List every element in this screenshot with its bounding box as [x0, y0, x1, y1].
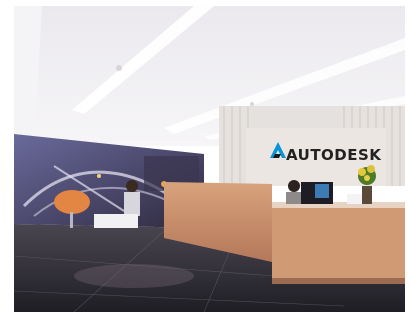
reception-desk-base	[272, 278, 405, 284]
photo-frame: AUTODESK	[0, 0, 411, 318]
reception-desk-front	[272, 206, 405, 282]
plant-vase	[362, 186, 372, 204]
receptionist	[286, 192, 302, 204]
plant-flower	[367, 165, 375, 173]
plant-flower	[364, 175, 370, 181]
ceiling-spotlight	[116, 65, 122, 71]
floor-reflection	[74, 264, 194, 288]
receptionist	[288, 180, 300, 192]
side-table	[94, 214, 138, 228]
person-seated	[124, 192, 140, 216]
lounge-chair	[54, 190, 90, 214]
autodesk-sign-text: AUTODESK	[286, 146, 382, 164]
lounge-chair-stand	[70, 212, 73, 228]
mural-light	[97, 174, 101, 178]
monitor-screen	[315, 184, 329, 198]
desk-item	[347, 194, 363, 204]
plant-flower	[358, 168, 366, 176]
person-seated	[126, 180, 138, 192]
ceiling-spotlight	[250, 102, 254, 106]
